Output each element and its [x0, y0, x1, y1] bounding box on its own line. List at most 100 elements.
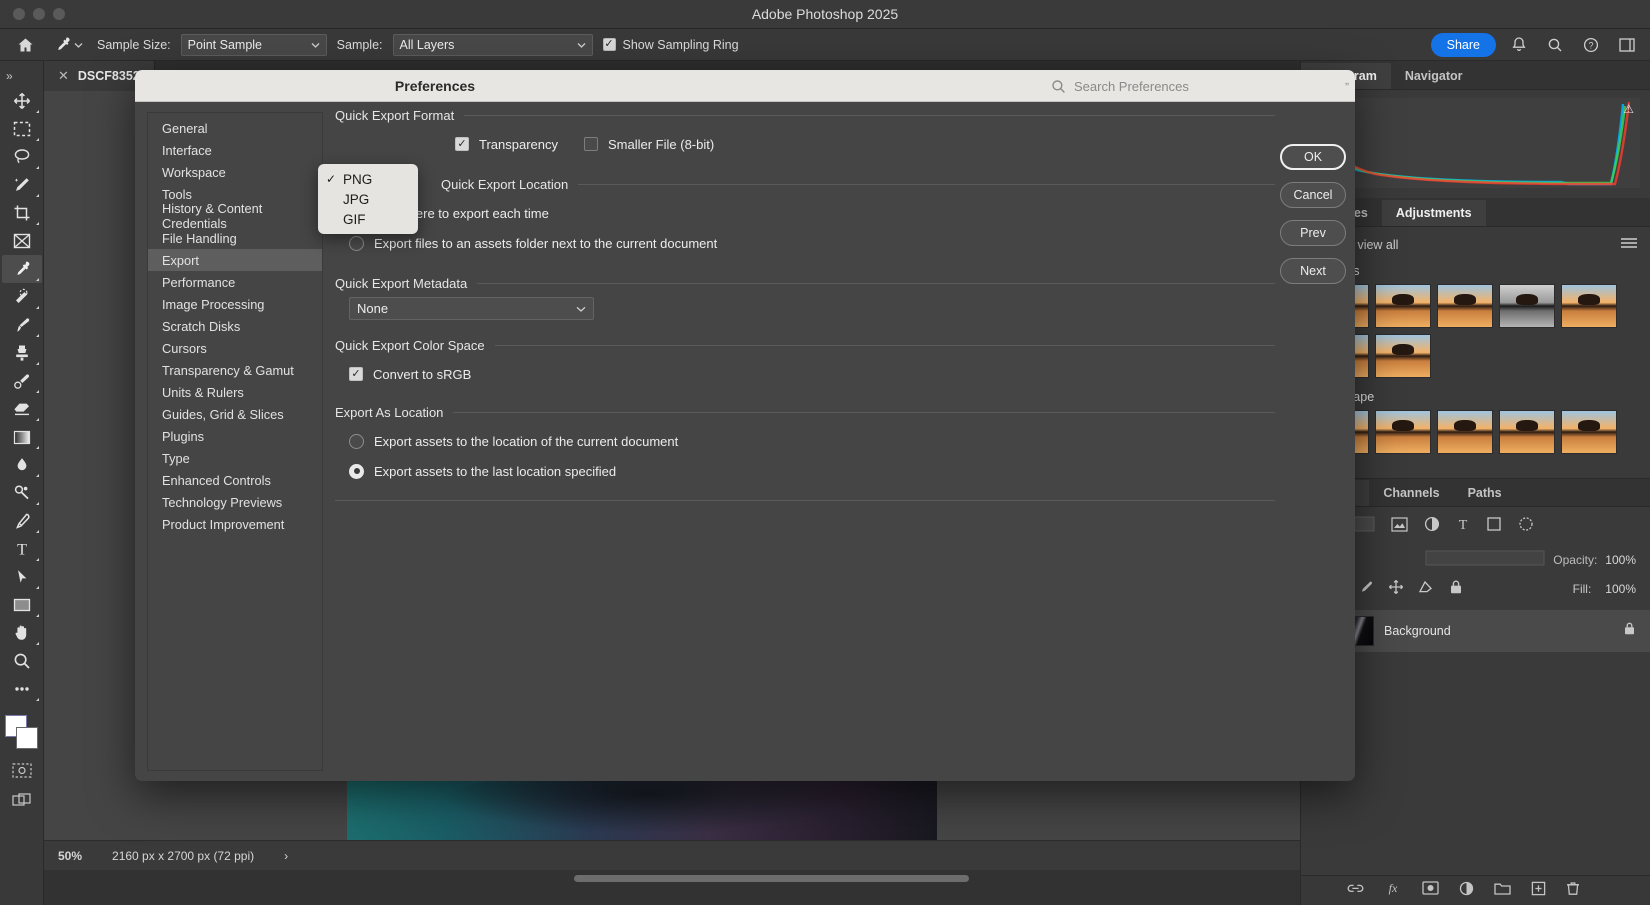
path-selection-tool[interactable]	[2, 563, 42, 591]
sidebar-item-enhanced-controls[interactable]: Enhanced Controls	[148, 469, 322, 491]
preset-thumbnail[interactable]	[1375, 334, 1431, 378]
status-expand-arrow[interactable]: ›	[284, 849, 288, 863]
show-sampling-ring-checkbox[interactable]: ✓ Show Sampling Ring	[603, 38, 739, 52]
preset-thumbnail[interactable]	[1499, 284, 1555, 328]
close-icon[interactable]: ✕	[58, 68, 69, 84]
blur-tool[interactable]	[2, 451, 42, 479]
radio-row-ask-where-to-export[interactable]: Ask where to export each time	[335, 198, 1275, 228]
group-icon[interactable]	[1494, 881, 1511, 900]
pen-tool[interactable]	[2, 507, 42, 535]
metadata-select[interactable]: None	[349, 297, 594, 320]
smart-filter-icon[interactable]	[1518, 516, 1534, 537]
preset-thumbnail[interactable]	[1561, 284, 1617, 328]
preset-thumbnail[interactable]	[1561, 410, 1617, 454]
dodge-tool[interactable]	[2, 479, 42, 507]
sidebar-item-image-processing[interactable]: Image Processing	[148, 293, 322, 315]
background-color-swatch[interactable]	[16, 727, 38, 749]
sidebar-item-cursors[interactable]: Cursors	[148, 337, 322, 359]
panel-menu-icon[interactable]	[1620, 237, 1638, 252]
crop-tool[interactable]	[2, 199, 42, 227]
screen-mode-icon[interactable]	[2, 787, 42, 813]
edit-toolbar-tool[interactable]	[2, 675, 42, 703]
share-button[interactable]: Share	[1431, 33, 1496, 57]
lock-pixels-icon[interactable]	[1358, 579, 1374, 598]
image-filter-icon[interactable]	[1391, 517, 1408, 537]
search-preferences-field[interactable]: Search Preferences	[1045, 74, 1345, 98]
radio-row-export-to-assets-folder[interactable]: Export files to an assets folder next to…	[335, 228, 1275, 258]
home-icon[interactable]	[10, 33, 40, 57]
zoom-level[interactable]: 50%	[58, 849, 82, 863]
preset-thumbnail[interactable]	[1437, 410, 1493, 454]
frame-tool[interactable]	[2, 227, 42, 255]
clone-stamp-tool[interactable]	[2, 339, 42, 367]
sidebar-item-guides-grid-slices[interactable]: Guides, Grid & Slices	[148, 403, 322, 425]
adjustment-icon[interactable]	[1459, 881, 1474, 901]
blend-mode-select[interactable]	[1425, 549, 1545, 570]
active-tool-chip[interactable]	[50, 34, 87, 55]
preset-thumbnail[interactable]	[1375, 410, 1431, 454]
fx-icon[interactable]: fx	[1384, 881, 1402, 900]
sidebar-item-history-content-credentials[interactable]: History & Content Credentials	[148, 205, 322, 227]
object-selection-tool[interactable]	[2, 171, 42, 199]
transparency-checkbox[interactable]: ✓	[455, 137, 469, 151]
zoom-tool[interactable]	[2, 647, 42, 675]
tab-adjustments[interactable]: Adjustments	[1382, 200, 1486, 226]
bell-icon[interactable]	[1506, 36, 1532, 53]
layer-name[interactable]: Background	[1384, 624, 1613, 638]
convert-to-srgb-checkbox[interactable]: ✓	[349, 367, 363, 381]
tab-navigator[interactable]: Navigator	[1391, 63, 1477, 89]
dropdown-option-png[interactable]: ✓ PNG	[318, 169, 418, 189]
gradient-tool[interactable]	[2, 423, 42, 451]
preset-thumbnail[interactable]	[1375, 284, 1431, 328]
link-icon[interactable]	[1347, 882, 1364, 900]
preferences-category-list[interactable]: General Interface Workspace Tools Histor…	[147, 112, 323, 771]
new-layer-icon[interactable]	[1531, 881, 1546, 901]
sidebar-item-transparency-gamut[interactable]: Transparency & Gamut	[148, 359, 322, 381]
sample-select[interactable]: All Layers	[393, 34, 593, 56]
eyedropper-tool[interactable]	[2, 255, 42, 283]
spot-healing-brush-tool[interactable]	[2, 283, 42, 311]
delete-icon[interactable]	[1566, 881, 1580, 901]
preset-thumbnail[interactable]	[1437, 284, 1493, 328]
help-icon[interactable]: ?	[1578, 37, 1604, 53]
prev-button[interactable]: Prev	[1280, 220, 1346, 246]
sidebar-item-technology-previews[interactable]: Technology Previews	[148, 491, 322, 513]
adjustment-filter-icon[interactable]	[1424, 516, 1440, 537]
tab-paths[interactable]: Paths	[1454, 480, 1516, 506]
convert-srgb-row[interactable]: ✓ Convert to sRGB	[335, 359, 1275, 389]
opacity-value[interactable]: 100%	[1605, 553, 1636, 567]
horizontal-scrollbar[interactable]	[44, 872, 1300, 886]
sidebar-item-performance[interactable]: Performance	[148, 271, 322, 293]
shape-filter-icon[interactable]	[1486, 516, 1502, 537]
radio-row-export-to-last-location[interactable]: Export assets to the last location speci…	[335, 456, 1275, 486]
cancel-button[interactable]: Cancel	[1280, 182, 1346, 208]
warning-icon[interactable]: ⚠	[1623, 102, 1634, 116]
workspace-icon[interactable]	[1614, 38, 1640, 52]
dropdown-option-jpg[interactable]: JPG	[318, 189, 418, 209]
preset-group-title-landscape[interactable]: Landscape	[1313, 390, 1638, 404]
scrollbar-thumb[interactable]	[574, 875, 969, 882]
preset-group-title-portraits[interactable]: Portraits	[1313, 264, 1638, 278]
fill-value[interactable]: 100%	[1605, 582, 1636, 596]
radio-export-to-assets-folder[interactable]	[349, 236, 364, 251]
sidebar-item-type[interactable]: Type	[148, 447, 322, 469]
radio-export-to-last-location[interactable]	[349, 464, 364, 479]
radio-row-export-to-current-document-location[interactable]: Export assets to the location of the cur…	[335, 426, 1275, 456]
chevron-double-right-icon[interactable]: »	[0, 65, 43, 87]
rectangular-marquee-tool[interactable]	[2, 115, 42, 143]
sidebar-item-general[interactable]: General	[148, 117, 322, 139]
lock-all-icon[interactable]	[1449, 579, 1463, 598]
brush-tool[interactable]	[2, 311, 42, 339]
resize-grip-icon[interactable]: „	[1345, 73, 1349, 87]
sidebar-item-plugins[interactable]: Plugins	[148, 425, 322, 447]
lock-artboard-icon[interactable]	[1418, 579, 1435, 598]
sidebar-item-units-rulers[interactable]: Units & Rulers	[148, 381, 322, 403]
tab-channels[interactable]: Channels	[1369, 480, 1453, 506]
lock-position-icon[interactable]	[1388, 579, 1404, 598]
hand-tool[interactable]	[2, 619, 42, 647]
sidebar-item-interface[interactable]: Interface	[148, 139, 322, 161]
smaller-file-checkbox[interactable]: ✓	[584, 137, 598, 151]
quick-mask-icon[interactable]	[2, 757, 42, 783]
rectangle-tool[interactable]	[2, 591, 42, 619]
sidebar-item-product-improvement[interactable]: Product Improvement	[148, 513, 322, 535]
